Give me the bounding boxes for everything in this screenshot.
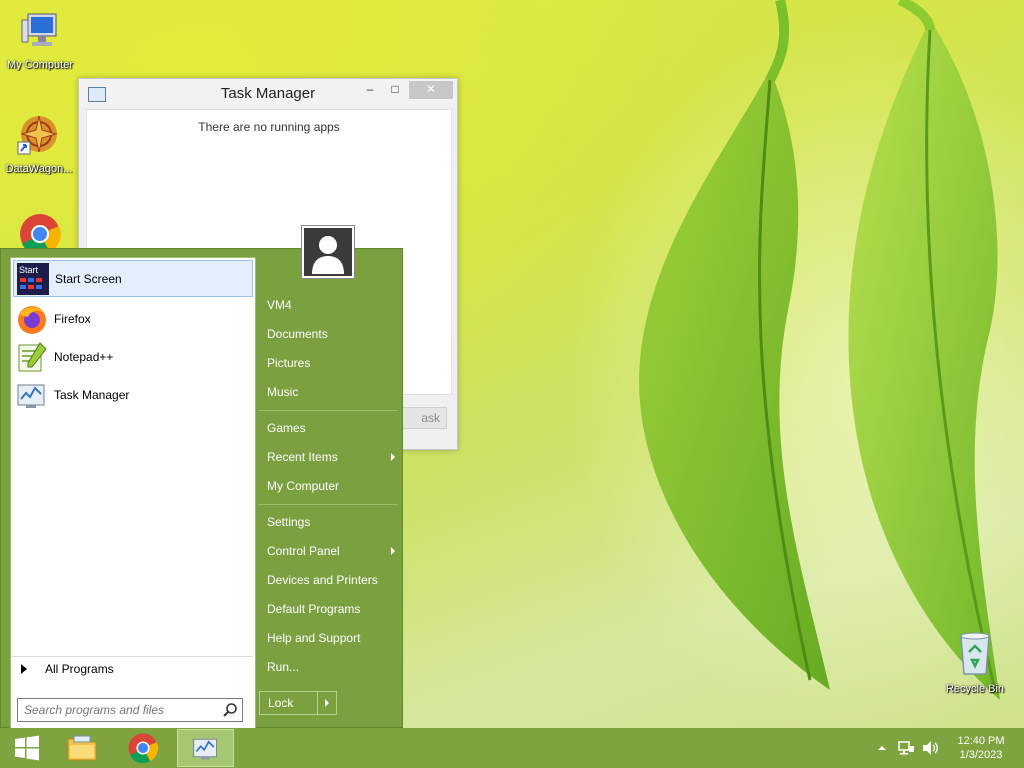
- places-item-music[interactable]: Music: [259, 379, 397, 405]
- desktop-icon-datawagon[interactable]: DataWagon...: [0, 112, 79, 175]
- lock-label[interactable]: Lock: [260, 692, 318, 714]
- places-item-label: Control Panel: [267, 544, 340, 558]
- user-icon: [312, 236, 344, 274]
- places-item-run[interactable]: Run...: [259, 654, 397, 680]
- volume-icon[interactable]: [921, 740, 939, 756]
- clock-date: 1/3/2023: [959, 749, 1003, 761]
- windows-start-icon: [15, 735, 39, 761]
- recycle-bin-icon: [960, 632, 990, 675]
- show-hidden-icon[interactable]: [876, 742, 888, 754]
- submenu-arrow-icon: [391, 547, 395, 555]
- task-manager-icon: [192, 738, 217, 760]
- clock-time: 12:40 PM: [957, 735, 1005, 747]
- notepadpp-icon: [16, 341, 48, 373]
- desktop-icon-label: DataWagon...: [5, 163, 73, 175]
- close-button[interactable]: ✕: [409, 81, 453, 99]
- program-label: Task Manager: [54, 387, 130, 402]
- program-label: Start Screen: [55, 271, 122, 286]
- start-screen-icon: Start: [17, 262, 49, 295]
- program-label: Notepad++: [54, 349, 114, 364]
- chevron-right-icon: [325, 699, 329, 707]
- desktop-icon-label: My Computer: [6, 59, 74, 71]
- places-item-default-programs[interactable]: Default Programs: [259, 596, 397, 622]
- program-notepadpp[interactable]: Notepad++: [13, 338, 253, 375]
- places-item-settings[interactable]: Settings: [259, 509, 397, 535]
- shutdown-options-button[interactable]: [318, 692, 336, 714]
- program-label: Firefox: [54, 311, 91, 326]
- network-icon[interactable]: [897, 740, 915, 756]
- maximize-button[interactable]: □: [384, 81, 406, 99]
- taskbar-chrome[interactable]: [116, 729, 170, 767]
- my-computer-icon: [21, 13, 57, 46]
- taskbar-file-explorer[interactable]: [55, 729, 109, 767]
- divider: [259, 410, 397, 411]
- search-icon[interactable]: [222, 702, 238, 718]
- program-task-manager[interactable]: Task Manager: [13, 376, 253, 413]
- places-item-games[interactable]: Games: [259, 415, 397, 441]
- start-menu-programs-panel: Start Start Screen Firefox Notepad++ Tas…: [10, 257, 256, 731]
- taskbar-task-manager[interactable]: [177, 729, 234, 767]
- taskbar: 12:40 PM 1/3/2023: [0, 728, 1024, 768]
- places-item-label: Recent Items: [267, 450, 338, 464]
- start-menu: Start Start Screen Firefox Notepad++ Tas…: [0, 225, 403, 731]
- places-item-pictures[interactable]: Pictures: [259, 350, 397, 376]
- start-button[interactable]: [0, 729, 54, 767]
- file-explorer-icon: [67, 735, 97, 761]
- start-badge: Start: [19, 265, 39, 275]
- submenu-arrow-icon: [391, 453, 395, 461]
- places-item-vm4[interactable]: VM4: [259, 292, 397, 318]
- datawagon-icon: [17, 115, 58, 155]
- minimize-button[interactable]: –: [359, 81, 381, 99]
- divider: [259, 504, 397, 505]
- program-start-screen[interactable]: Start Start Screen: [13, 260, 253, 297]
- places-item-my-computer[interactable]: My Computer: [259, 473, 397, 499]
- clock[interactable]: 12:40 PM 1/3/2023: [946, 734, 1016, 762]
- places-item-control-panel[interactable]: Control Panel: [259, 538, 397, 564]
- desktop-icon-recycle-bin[interactable]: Recycle Bin: [935, 630, 1015, 695]
- end-task-button[interactable]: ask: [397, 407, 447, 429]
- desktop-icon-label: Recycle Bin: [945, 683, 1005, 695]
- firefox-icon: [16, 303, 48, 335]
- search-box[interactable]: [17, 698, 243, 722]
- empty-message: There are no running apps: [198, 120, 340, 134]
- expand-arrow-icon: [21, 664, 27, 674]
- all-programs-label: All Programs: [45, 662, 114, 676]
- search-input[interactable]: [22, 702, 222, 718]
- places-item-help-and-support[interactable]: Help and Support: [259, 625, 397, 651]
- lock-button[interactable]: Lock: [259, 691, 337, 715]
- places-item-documents[interactable]: Documents: [259, 321, 397, 347]
- user-avatar[interactable]: [301, 225, 355, 279]
- desktop-icon-my-computer[interactable]: My Computer: [0, 10, 80, 71]
- all-programs-button[interactable]: All Programs: [11, 656, 253, 681]
- chrome-icon: [128, 733, 159, 764]
- program-firefox[interactable]: Firefox: [13, 300, 253, 337]
- places-item-devices-and-printers[interactable]: Devices and Printers: [259, 567, 397, 593]
- title-bar[interactable]: Task Manager – □ ✕: [79, 79, 457, 107]
- start-menu-places-panel: VM4 Documents Pictures Music Games Recen…: [257, 249, 403, 729]
- task-manager-icon: [16, 379, 48, 411]
- places-item-recent-items[interactable]: Recent Items: [259, 444, 397, 470]
